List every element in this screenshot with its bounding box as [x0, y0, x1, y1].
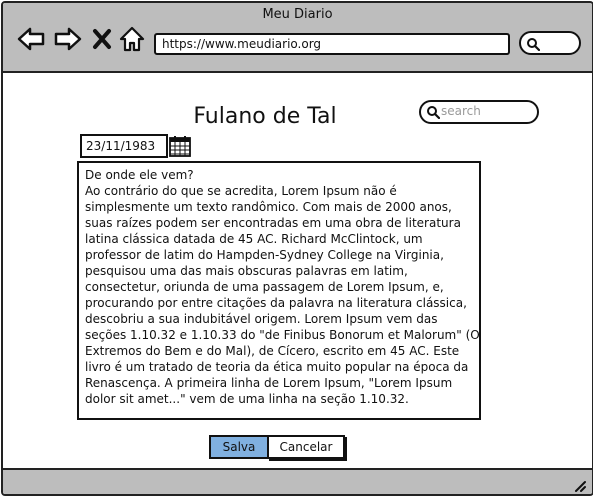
entry-line: latina clássica datada de 45 AC. Richard… [85, 232, 423, 246]
search-icon [427, 106, 440, 119]
diary-entry-textarea[interactable]: De onde ele vem? Ao contrário do que se … [77, 161, 481, 420]
cancel-button[interactable]: Cancelar [267, 435, 345, 459]
browser-chrome: Meu Diario https://www.meudiario.org [3, 3, 592, 73]
close-x-icon[interactable] [91, 25, 113, 53]
status-bar [3, 468, 592, 494]
entry-line: De onde ele vem? [85, 168, 194, 182]
url-input[interactable]: https://www.meudiario.org [154, 33, 510, 55]
entry-line: Extremos do Bem e do Mal), de Cícero, es… [85, 344, 460, 358]
entry-line: seções 1.10.32 e 1.10.33 do "de Finibus … [85, 328, 481, 342]
resize-grip-icon[interactable] [572, 477, 586, 492]
entry-line: dolor sit amet..." vem de uma linha na s… [85, 392, 409, 406]
forward-arrow-icon[interactable] [53, 25, 83, 53]
date-input[interactable]: 23/11/1983 [80, 134, 168, 158]
entry-line: suas raízes podem ser encontradas em uma… [85, 216, 461, 230]
browser-search-field[interactable] [519, 31, 581, 55]
calendar-icon[interactable] [168, 134, 192, 158]
search-field[interactable] [419, 100, 539, 124]
entry-line: descobriu a sua indubitável origem. Lore… [85, 312, 438, 326]
entry-line: Ao contrário do que se acredita, Lorem I… [85, 184, 397, 198]
entry-line: consectetur, oriunda de uma passagem de … [85, 280, 444, 294]
entry-line: simplesmente um texto randômico. Com mai… [85, 200, 452, 214]
window-title: Meu Diario [262, 7, 333, 22]
home-icon[interactable] [119, 25, 145, 53]
entry-line: livro é um tratado de teoria da ética mu… [85, 360, 469, 374]
entry-line: procurando por entre citações da palavra… [85, 296, 467, 310]
entry-line: professor de latim do Hampden-Sydney Col… [85, 248, 444, 262]
search-icon [527, 38, 540, 51]
search-input[interactable] [441, 103, 529, 119]
entry-line: pesquisou uma das mais obscuras palavras… [85, 264, 408, 278]
page-content: Fulano de Tal 23/11/1983 De onde ele vem… [3, 73, 592, 467]
entry-line: Renascença. A primeira linha de Lorem Ip… [85, 376, 453, 390]
back-arrow-icon[interactable] [16, 25, 46, 53]
page-title: Fulano de Tal [193, 104, 337, 129]
save-button[interactable]: Salva [209, 435, 269, 459]
browser-window: Meu Diario https://www.meudiario.org Ful… [1, 1, 593, 496]
